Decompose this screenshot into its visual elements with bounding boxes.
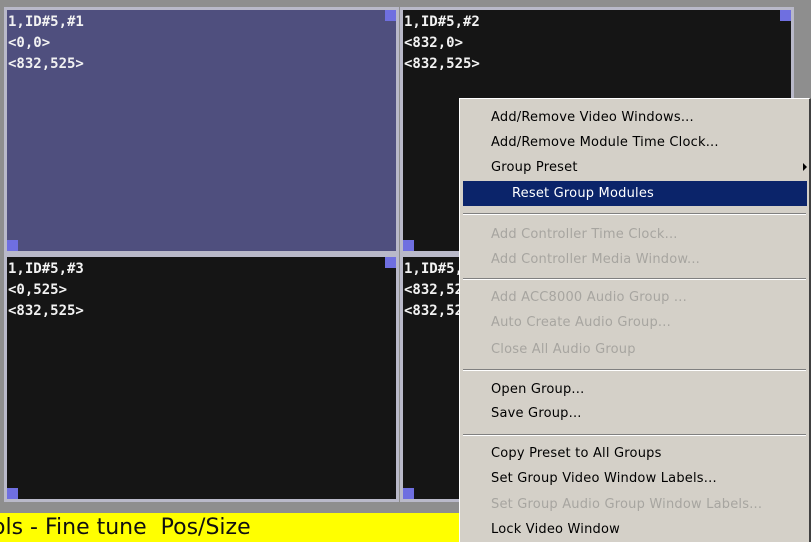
menu-item-label: Add/Remove Module Time Clock...	[491, 135, 719, 150]
menu-item-label: Add ACC8000 Audio Group ...	[491, 290, 687, 305]
menu-item-label: Add Controller Time Clock...	[491, 227, 678, 242]
resize-handle-icon[interactable]	[385, 10, 396, 21]
menu-separator	[463, 213, 806, 215]
module-size: <832,525>	[8, 303, 84, 319]
module-id: 1,ID#5,#1	[8, 14, 84, 30]
menu-item-label: Open Group...	[491, 382, 585, 397]
menu-item-open-group[interactable]: Open Group...	[463, 377, 807, 402]
menu-item-set-group-video-window-labels[interactable]: Set Group Video Window Labels...	[463, 466, 807, 491]
menu-item-add-remove-video-windows[interactable]: Add/Remove Video Windows...	[463, 105, 807, 130]
menu-item-lock-video-window[interactable]: Lock Video Window	[463, 517, 807, 542]
video-module-3[interactable]: 1,ID#5,#3 <0,525> <832,525>	[4, 254, 399, 502]
menu-item-add-controller-media-window: Add Controller Media Window...	[463, 247, 807, 272]
menu-item-add-controller-time-clock: Add Controller Time Clock...	[463, 222, 807, 247]
status-bar: ols - Fine tune Pos/Size	[0, 513, 460, 542]
module-position: <832,0>	[404, 35, 464, 51]
menu-item-label: Auto Create Audio Group...	[491, 315, 671, 330]
resize-handle-icon[interactable]	[780, 10, 791, 21]
menu-item-label: Set Group Video Window Labels...	[491, 471, 717, 486]
menu-item-label: Copy Preset to All Groups	[491, 446, 662, 461]
menu-item-save-group[interactable]: Save Group...	[463, 401, 807, 426]
resize-handle-icon[interactable]	[403, 488, 414, 499]
menu-item-reset-group-modules[interactable]: Reset Group Modules	[463, 181, 807, 206]
video-module-1[interactable]: 1,ID#5,#1 <0,0> <832,525>	[4, 7, 399, 254]
resize-handle-icon[interactable]	[7, 240, 18, 251]
module-info: 1,ID#5,#2 <832,0> <832,525>	[404, 12, 480, 75]
resize-handle-icon[interactable]	[7, 488, 18, 499]
menu-item-close-all-audio-group: Close All Audio Group	[463, 337, 807, 362]
module-position: <0,0>	[8, 35, 51, 51]
module-position: <0,525>	[8, 282, 68, 298]
context-menu: Add/Remove Video Windows... Add/Remove M…	[459, 98, 811, 542]
resize-handle-icon[interactable]	[403, 240, 414, 251]
module-id: 1,ID#5,#3	[8, 261, 84, 277]
menu-separator	[463, 278, 806, 280]
menu-item-add-remove-module-time-clock[interactable]: Add/Remove Module Time Clock...	[463, 130, 807, 155]
menu-item-label: Set Group Audio Group Window Labels...	[491, 497, 763, 512]
menu-item-group-preset[interactable]: Group Preset	[463, 155, 807, 180]
menu-item-copy-preset-to-all-groups[interactable]: Copy Preset to All Groups	[463, 441, 807, 466]
menu-item-add-acc8000-audio-group: Add ACC8000 Audio Group ...	[463, 285, 807, 310]
resize-handle-icon[interactable]	[385, 257, 396, 268]
module-info: 1,ID#5,#3 <0,525> <832,525>	[8, 259, 84, 322]
menu-item-label: Save Group...	[491, 406, 582, 421]
module-info: 1,ID#5,#1 <0,0> <832,525>	[8, 12, 84, 75]
module-size: <832,525>	[404, 56, 480, 72]
menu-item-label: Group Preset	[491, 160, 578, 175]
menu-item-label: Reset Group Modules	[512, 186, 655, 201]
submenu-arrow-icon	[803, 163, 807, 171]
menu-item-set-group-audio-group-window-labels: Set Group Audio Group Window Labels...	[463, 492, 807, 517]
menu-item-label: Close All Audio Group	[491, 342, 636, 357]
menu-item-label: Lock Video Window	[491, 522, 620, 537]
module-id: 1,ID#5,#2	[404, 14, 480, 30]
menu-item-label: Add Controller Media Window...	[491, 252, 701, 267]
menu-item-label: Add/Remove Video Windows...	[491, 110, 694, 125]
menu-separator	[463, 369, 806, 371]
menu-item-auto-create-audio-group: Auto Create Audio Group...	[463, 310, 807, 335]
module-size: <832,525>	[8, 56, 84, 72]
group-editor-canvas[interactable]: 1,ID#5,#1 <0,0> <832,525> 1,ID#5,#2 <832…	[0, 0, 811, 542]
menu-separator	[463, 434, 806, 436]
